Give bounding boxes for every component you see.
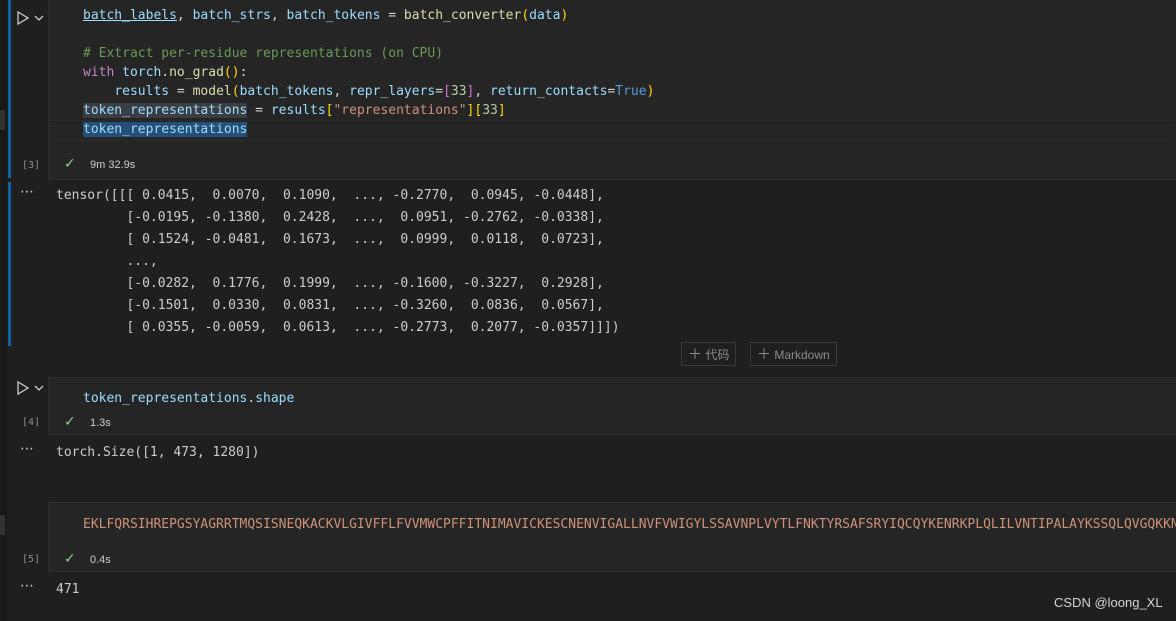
cell-output: 471 [56,582,80,597]
code-token: shape [255,391,295,406]
run-options-chevron[interactable] [33,12,45,24]
code-token: batch_strs [192,8,271,23]
code-token: [ [443,84,451,99]
code-token: data [529,8,561,23]
output-line: [-0.1501, 0.0330, 0.0831, ..., -0.3260, … [56,298,604,313]
run-triangle-icon [17,380,30,396]
gutter-marker [0,515,5,535]
code-token: , [333,84,350,99]
code-token: with [83,65,115,80]
run-cell-button[interactable] [16,380,30,396]
code-token: , [176,8,193,23]
code-token: ) [646,84,655,99]
run-triangle-icon [17,10,30,26]
output-line: [-0.0282, 0.1776, 0.1999, ..., -0.1600, … [56,276,604,291]
code-token: token_representations [83,103,248,118]
check-icon: ✓ [64,551,76,567]
code-line-1: batch_labels, batch_strs, batch_tokens =… [83,6,568,25]
code-line-4: results = model(batch_tokens, repr_layer… [83,82,654,101]
code-line: token_representations.shape [83,389,294,408]
execution-time: 1.3s [90,417,111,429]
execution-count: [3] [22,160,41,171]
code-token: return_contacts [490,84,608,99]
code-token: 33 [482,103,498,118]
code-token: () [223,65,240,80]
code-token: ] [497,103,506,118]
code-token: repr_layers [349,84,436,99]
output-focus-indicator [8,182,11,346]
gutter-marker [0,110,5,130]
cell-focus-indicator [8,0,11,178]
code-token: = [435,84,444,99]
output-line: [-0.0195, -0.1380, 0.2428, ..., 0.0951, … [56,210,604,225]
plus-icon: ＋ [757,346,771,362]
code-token: ( [521,8,530,23]
execution-time: 9m 32.9s [90,159,136,171]
code-line-6: token_representations [83,120,248,139]
code-token: . [161,65,170,80]
add-markdown-label: Markdown [774,348,830,362]
check-icon: ✓ [64,156,76,172]
code-line-3: with torch.no_grad(): [83,63,247,82]
code-token: = [380,8,404,23]
cell-output: torch.Size([1, 473, 1280]) [56,445,260,460]
output-more-button[interactable]: ⋯ [20,184,35,200]
chevron-down-icon [34,385,44,391]
code-token: results [270,103,326,118]
code-token: no_grad [169,65,224,80]
code-token: : [239,65,248,80]
code-token: True [615,84,647,99]
code-token: torch [122,65,162,80]
code-token: "representations" [333,103,467,118]
execution-time: 0.4s [90,554,111,566]
output-more-button[interactable]: ⋯ [20,441,35,457]
code-token: = [247,103,271,118]
code-token: batch_tokens [286,8,381,23]
code-token: token_representations [83,122,248,137]
chevron-down-icon [34,15,44,21]
code-comment: # Extract per-residue representations (o… [83,46,444,61]
cell-output: tensor([[[ 0.0415, 0.0070, 0.1090, ..., … [56,185,620,339]
check-icon: ✓ [64,414,76,430]
add-code-cell-button[interactable]: ＋ 代码 [681,342,737,366]
output-line: tensor([[[ 0.0415, 0.0070, 0.1090, ..., … [56,188,604,203]
execution-count: [4] [22,417,41,428]
watermark: CSDN @loong_XL [1054,595,1163,610]
output-more-button[interactable]: ⋯ [20,578,35,594]
output-line: [ 0.1524, -0.0481, 0.1673, ..., 0.0999, … [56,232,604,247]
code-token: ( [231,84,240,99]
code-cell-editor[interactable]: EKLFQRSIHREPGSYAGRRTMQSISNEQKACKVLGIVFFL… [48,502,1176,572]
plus-icon: ＋ [688,346,702,362]
output-line: [ 0.0355, -0.0059, 0.0613, ..., -0.2773,… [56,320,620,335]
add-markdown-cell-button[interactable]: ＋ Markdown [750,342,837,366]
run-options-chevron[interactable] [33,382,45,394]
code-token: , [474,84,491,99]
code-token: 33 [450,84,467,99]
execution-count: [5] [22,554,41,565]
code-token: batch_converter [403,8,522,23]
output-line: ..., [56,254,158,269]
code-token: batch_labels [83,8,177,23]
code-token: batch_tokens [239,84,334,99]
code-line-5: token_representations = results["represe… [83,101,506,120]
code-token: ) [560,8,569,23]
code-token: results [114,84,170,99]
code-token: ][ [466,103,483,118]
code-token: , [270,8,287,23]
code-token: model [192,84,232,99]
add-code-label: 代码 [705,348,730,362]
run-cell-button[interactable] [16,10,30,26]
code-token: token_representations [83,391,248,406]
sequence-string: EKLFQRSIHREPGSYAGRRTMQSISNEQKACKVLGIVFFL… [83,517,1176,532]
code-token: = [169,84,193,99]
